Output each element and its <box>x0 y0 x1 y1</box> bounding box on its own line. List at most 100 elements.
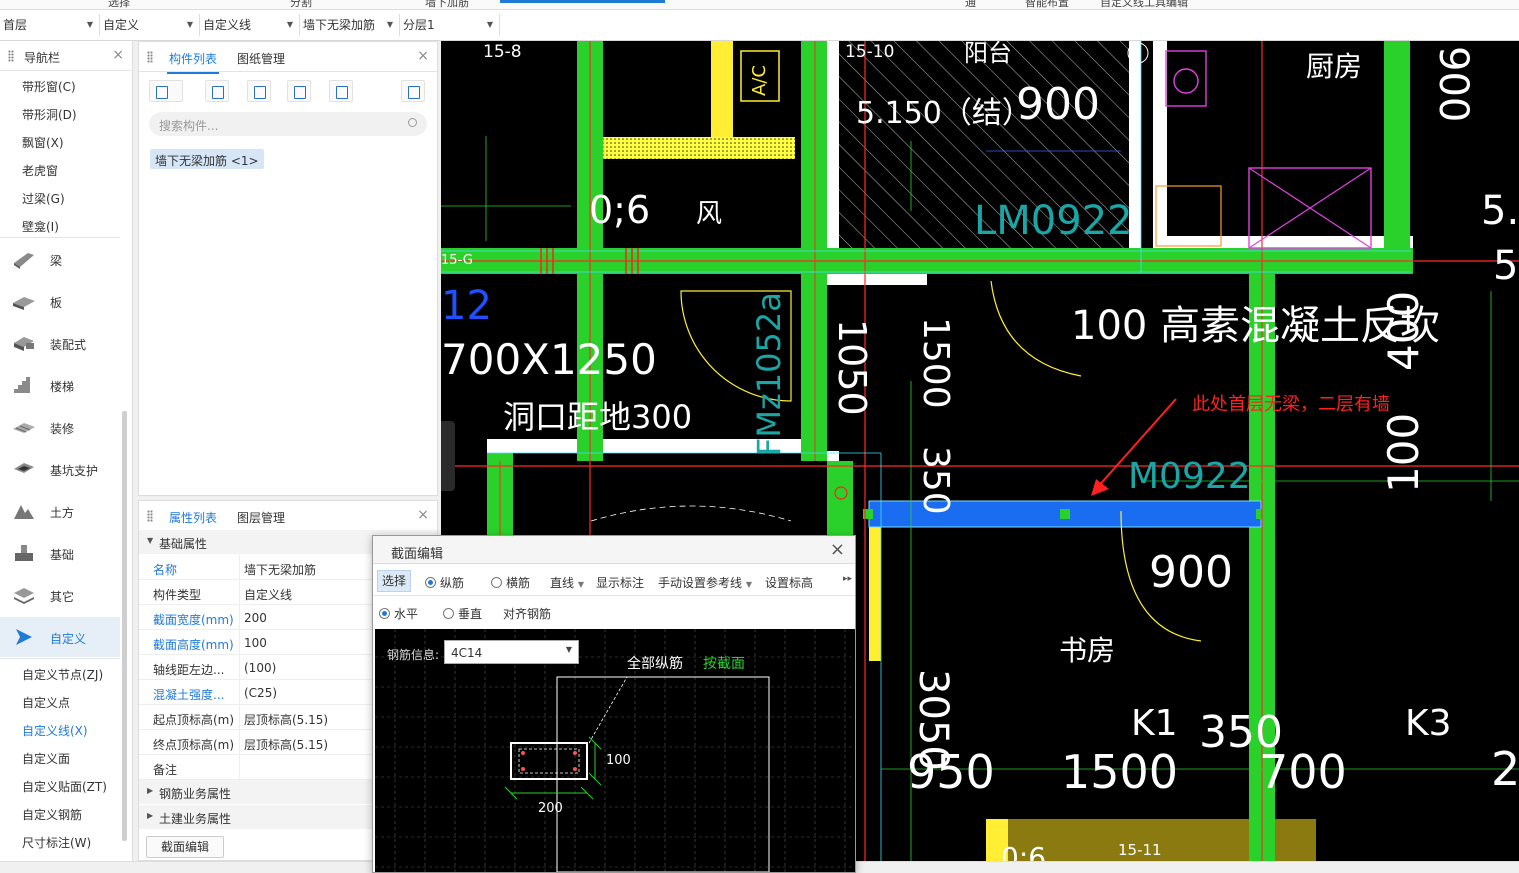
align-rebar-button[interactable]: 对齐钢筋 <box>503 605 551 622</box>
dimension-height: 100 <box>606 753 631 768</box>
duplicate-floor-button[interactable] <box>287 80 311 102</box>
nav-category-other[interactable]: 其它 <box>0 575 120 615</box>
more-actions-button[interactable] <box>401 80 425 102</box>
nav-subitem[interactable]: 自定义点 <box>22 694 70 711</box>
cad-text: 900 <box>1149 547 1233 598</box>
close-icon[interactable]: × <box>830 539 845 560</box>
tab-drawing-management[interactable]: 图纸管理 <box>237 50 285 67</box>
canvas-side-handle[interactable] <box>441 421 455 491</box>
property-key: 起点顶标高(m) <box>153 713 235 727</box>
nav-subitem[interactable]: 自定义钢筋 <box>22 806 82 823</box>
search-input[interactable]: 搜索构件... <box>149 112 427 136</box>
cad-text: K3 <box>1405 703 1452 744</box>
nav-item[interactable]: 带形窗(C) <box>22 78 76 95</box>
search-icon <box>408 118 417 127</box>
cad-text: 洞口距地300 <box>503 398 693 436</box>
nav-category-pit-support[interactable]: 基坑支护 <box>0 449 120 489</box>
cad-text: 阳台 <box>964 41 1012 67</box>
nav-subitem[interactable]: 自定义贴面(ZT) <box>22 778 107 795</box>
ribbon-item[interactable]: 自定义线工具编辑 <box>1100 0 1188 9</box>
close-icon[interactable]: × <box>417 507 429 523</box>
section-edit-button[interactable]: 截面编辑 <box>146 836 224 858</box>
layers-icon <box>14 588 34 604</box>
show-annotation-button[interactable]: 显示标注 <box>596 574 644 591</box>
copy-component-button[interactable] <box>205 80 229 102</box>
property-key: 轴线距左边... <box>153 663 225 677</box>
divider <box>0 237 120 238</box>
ribbon-item[interactable]: 通 <box>965 0 976 9</box>
dialog-titlebar[interactable]: 截面编辑 × <box>373 536 855 564</box>
cad-text: 5. <box>1493 243 1519 289</box>
tab-layer-management[interactable]: 图层管理 <box>237 509 285 526</box>
select-button[interactable]: 选择 <box>377 570 411 592</box>
nav-category-foundation[interactable]: 基础 <box>0 533 120 573</box>
all-longitudinal-label[interactable]: 全部纵筋 <box>627 653 683 673</box>
nav-category-decoration[interactable]: 装修 <box>0 407 120 447</box>
close-icon[interactable]: × <box>417 48 429 64</box>
cad-text: 15-8 <box>483 42 522 62</box>
ribbon-active-indicator <box>500 0 665 3</box>
component-select[interactable]: 墙下无梁加筋 ▼ <box>300 14 400 36</box>
transverse-radio[interactable]: 横筋 <box>491 574 530 591</box>
ribbon-item[interactable]: 选择 <box>108 0 130 9</box>
drag-handle-icon[interactable] <box>147 510 153 522</box>
dimension-width: 200 <box>538 801 563 816</box>
more-icon[interactable]: ▸▸ <box>843 574 852 584</box>
cad-text: 15-G <box>441 253 473 268</box>
earthwork-icon <box>14 505 34 519</box>
drag-handle-icon[interactable] <box>147 51 153 63</box>
radio-checked-icon <box>379 608 390 619</box>
manual-reference-dropdown[interactable]: 手动设置参考线 ▼ <box>658 574 752 591</box>
cad-text: K1 <box>1131 703 1178 744</box>
play-icon <box>16 629 32 645</box>
nav-category-custom[interactable]: 自定义 <box>0 617 120 657</box>
nav-category-beam[interactable]: 梁 <box>0 239 120 279</box>
nav-category-earthwork[interactable]: 土方 <box>0 491 120 531</box>
cad-text: 15-10 <box>845 42 895 62</box>
cad-text: A/C <box>749 65 770 96</box>
section-drawing <box>375 629 855 872</box>
new-component-button[interactable] <box>149 80 183 102</box>
rebar-info-select[interactable]: 4C14 ▼ <box>444 640 579 664</box>
foundation-icon <box>15 545 33 561</box>
layer-select[interactable]: 分层1 ▼ <box>400 14 500 36</box>
nav-category-prefab[interactable]: 装配式 <box>0 323 120 363</box>
line-dropdown[interactable]: 直线 ▼ <box>550 574 584 591</box>
ribbon-item[interactable]: 墙下加筋 <box>425 0 469 9</box>
nav-scrollbar[interactable] <box>122 411 127 841</box>
nav-subitem-active[interactable]: 自定义线(X) <box>22 722 88 739</box>
component-library-button[interactable] <box>329 80 353 102</box>
horizontal-radio[interactable]: 水平 <box>379 605 418 622</box>
drag-handle-icon[interactable] <box>8 50 14 62</box>
longitudinal-radio[interactable]: 纵筋 <box>425 574 464 591</box>
nav-category-slab[interactable]: 板 <box>0 281 120 321</box>
tab-property-list[interactable]: 属性列表 <box>166 509 220 533</box>
type-select[interactable]: 自定义线 ▼ <box>200 14 300 36</box>
nav-subitem[interactable]: 自定义节点(ZJ) <box>22 666 103 683</box>
nav-item[interactable]: 老虎窗 <box>22 162 58 179</box>
nav-item[interactable]: 飘窗(X) <box>22 134 64 151</box>
section-canvas[interactable]: 钢筋信息: 4C14 ▼ 全部纵筋 按截面 100 200 <box>375 629 855 872</box>
nav-subitem[interactable]: 尺寸标注(W) <box>22 834 91 851</box>
property-key: 混凝土强度... <box>153 688 225 702</box>
close-icon[interactable]: × <box>112 47 124 63</box>
category-select[interactable]: 自定义 ▼ <box>100 14 200 36</box>
component-item[interactable]: 墙下无梁加筋 <1> <box>150 149 264 169</box>
delete-component-button[interactable] <box>247 80 271 102</box>
nav-item[interactable]: 过梁(G) <box>22 190 65 207</box>
ribbon-item[interactable]: 智能布置 <box>1025 0 1069 9</box>
beam-icon <box>14 253 34 269</box>
section-edit-dialog: 截面编辑 × 选择 纵筋 横筋 直线 ▼ 显示标注 手动设置参考线 ▼ 设置标高… <box>372 535 856 873</box>
nav-item[interactable]: 壁龛(I) <box>22 218 59 235</box>
vertical-radio[interactable]: 垂直 <box>443 605 482 622</box>
floor-select[interactable]: 首层 ▼ <box>0 14 100 36</box>
nav-header: 导航栏 × <box>0 41 132 71</box>
nav-subitem[interactable]: 自定义面 <box>22 750 70 767</box>
radio-icon <box>491 577 502 588</box>
by-section-label[interactable]: 按截面 <box>703 653 745 673</box>
tab-component-list[interactable]: 构件列表 <box>166 50 220 74</box>
nav-category-stairs[interactable]: 楼梯 <box>0 365 120 405</box>
nav-item[interactable]: 带形洞(D) <box>22 106 77 123</box>
ribbon-item[interactable]: 分割 <box>290 0 312 9</box>
set-elevation-button[interactable]: 设置标高 <box>765 574 813 591</box>
